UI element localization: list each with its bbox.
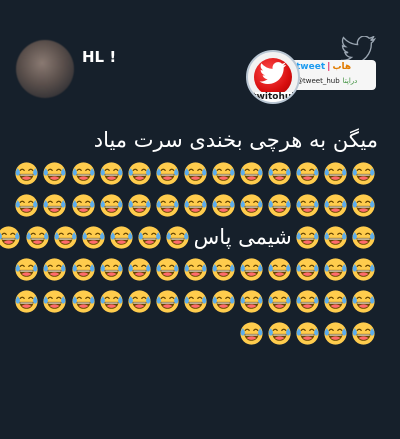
face-with-tears-of-joy-icon — [166, 225, 189, 249]
face-with-tears-of-joy-icon — [352, 257, 376, 281]
face-with-tears-of-joy-icon — [352, 193, 376, 217]
face-with-tears-of-joy-icon — [71, 257, 95, 281]
emoji-row — [15, 252, 378, 284]
face-with-tears-of-joy-icon — [212, 257, 235, 281]
face-with-tears-of-joy-icon — [296, 289, 319, 313]
watermark-ribbon: tweet | هاب @tweet_hub دراپتا — [290, 60, 376, 90]
face-with-tears-of-joy-icon — [43, 193, 67, 217]
face-with-tears-of-joy-icon — [184, 193, 207, 217]
face-with-tears-of-joy-icon — [268, 161, 291, 185]
face-with-tears-of-joy-icon — [43, 161, 67, 185]
face-with-tears-of-joy-icon — [15, 161, 38, 185]
tweet-text-line: میگن به هرچی بخندی سرت میاد — [93, 128, 378, 152]
face-with-tears-of-joy-icon — [240, 193, 263, 217]
face-with-tears-of-joy-icon — [296, 257, 319, 281]
face-with-tears-of-joy-icon — [268, 257, 291, 281]
face-with-tears-of-joy-icon — [324, 225, 347, 249]
face-with-tears-of-joy-icon — [99, 193, 123, 217]
watermark-tag: دراپتا — [342, 77, 358, 85]
emoji-row — [15, 188, 378, 220]
face-with-tears-of-joy-icon — [324, 289, 347, 313]
face-with-tears-of-joy-icon — [352, 225, 376, 249]
emoji-row — [16, 316, 378, 348]
emoji-row — [15, 284, 378, 316]
watermark-bird-icon — [259, 62, 287, 84]
face-with-tears-of-joy-icon — [138, 225, 161, 249]
face-with-tears-of-joy-icon — [184, 289, 207, 313]
face-with-tears-of-joy-icon — [43, 289, 67, 313]
face-with-tears-of-joy-icon — [240, 321, 263, 345]
tweet-text: میگن به هرچی بخندی سرت میاد شیمی پاس — [0, 124, 378, 348]
face-with-tears-of-joy-icon — [296, 321, 319, 345]
face-with-tears-of-joy-icon — [15, 193, 38, 217]
face-with-tears-of-joy-icon — [324, 161, 347, 185]
face-with-tears-of-joy-icon — [43, 257, 67, 281]
watermark-brand-en: tweet — [296, 62, 326, 72]
face-with-tears-of-joy-icon — [25, 225, 49, 249]
face-with-tears-of-joy-icon — [184, 257, 207, 281]
face-with-tears-of-joy-icon — [15, 257, 38, 281]
watermark-logo: tweet | هاب @tweet_hub دراپتا twitohub — [246, 48, 378, 104]
face-with-tears-of-joy-icon — [240, 257, 263, 281]
face-with-tears-of-joy-icon — [212, 161, 235, 185]
tweet-card: HL ! tweet | هاب @tweet_hub دراپتا twitohub… — [0, 0, 400, 439]
face-with-tears-of-joy-icon — [71, 289, 95, 313]
face-with-tears-of-joy-icon — [71, 161, 95, 185]
face-with-tears-of-joy-icon — [156, 161, 179, 185]
avatar[interactable] — [16, 40, 74, 98]
face-with-tears-of-joy-icon — [0, 225, 21, 249]
face-with-tears-of-joy-icon — [352, 321, 376, 345]
face-with-tears-of-joy-icon — [82, 225, 105, 249]
face-with-tears-of-joy-icon — [212, 193, 235, 217]
face-with-tears-of-joy-icon — [128, 257, 151, 281]
face-with-tears-of-joy-icon — [324, 193, 347, 217]
face-with-tears-of-joy-icon — [15, 289, 38, 313]
face-with-tears-of-joy-icon — [156, 193, 179, 217]
watermark-circle: twitohub — [246, 50, 300, 104]
face-with-tears-of-joy-icon — [268, 321, 291, 345]
face-with-tears-of-joy-icon — [324, 321, 347, 345]
watermark-circle-text: twitohub — [250, 92, 298, 102]
face-with-tears-of-joy-icon — [352, 161, 376, 185]
emoji-row — [15, 156, 378, 188]
face-with-tears-of-joy-icon — [296, 193, 319, 217]
username[interactable]: HL ! — [82, 48, 116, 66]
face-with-tears-of-joy-icon — [71, 193, 95, 217]
face-with-tears-of-joy-icon — [352, 289, 376, 313]
face-with-tears-of-joy-icon — [99, 161, 123, 185]
face-with-tears-of-joy-icon — [128, 161, 151, 185]
face-with-tears-of-joy-icon — [324, 257, 347, 281]
face-with-tears-of-joy-icon — [110, 225, 133, 249]
face-with-tears-of-joy-icon — [128, 289, 151, 313]
face-with-tears-of-joy-icon — [240, 161, 263, 185]
emoji-row: شیمی پاس — [0, 220, 378, 252]
tweet-inline-text: شیمی پاس — [193, 225, 292, 249]
face-with-tears-of-joy-icon — [128, 193, 151, 217]
face-with-tears-of-joy-icon — [156, 289, 179, 313]
face-with-tears-of-joy-icon — [268, 289, 291, 313]
face-with-tears-of-joy-icon — [240, 289, 263, 313]
face-with-tears-of-joy-icon — [296, 161, 319, 185]
face-with-tears-of-joy-icon — [212, 289, 235, 313]
face-with-tears-of-joy-icon — [296, 225, 319, 249]
face-with-tears-of-joy-icon — [184, 161, 207, 185]
face-with-tears-of-joy-icon — [54, 225, 77, 249]
face-with-tears-of-joy-icon — [99, 257, 123, 281]
watermark-handle: @tweet_hub — [296, 77, 340, 85]
face-with-tears-of-joy-icon — [156, 257, 179, 281]
watermark-brand-fa: هاب — [332, 62, 352, 72]
face-with-tears-of-joy-icon — [268, 193, 291, 217]
face-with-tears-of-joy-icon — [99, 289, 123, 313]
